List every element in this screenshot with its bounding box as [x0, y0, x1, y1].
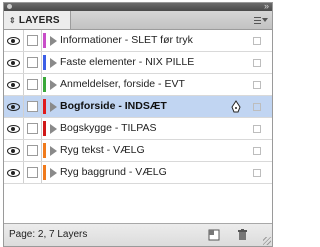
lock-toggle[interactable]: [24, 96, 42, 117]
tab-label: LAYERS: [18, 14, 60, 26]
layer-color-swatch: [43, 55, 46, 70]
layer-selection-box[interactable]: [253, 103, 261, 111]
layer-name: Ryg tekst - VÆLG: [60, 144, 145, 156]
eye-icon: [7, 168, 20, 177]
eye-icon: [7, 102, 20, 111]
layer-selection-box[interactable]: [253, 147, 261, 155]
visibility-toggle[interactable]: [4, 96, 24, 117]
layer-name: Informationer - SLET før tryk: [60, 34, 193, 46]
layer-selection-box[interactable]: [253, 169, 261, 177]
panel-tabbar: ⇕ LAYERS: [4, 11, 272, 30]
expand-triangle-icon[interactable]: [50, 80, 57, 90]
layer-row[interactable]: Bogforside - INDSÆT: [4, 96, 272, 118]
eye-icon: [7, 146, 20, 155]
layer-row[interactable]: Ryg baggrund - VÆLG: [4, 162, 272, 184]
layer-row[interactable]: Anmeldelser, forside - EVT: [4, 74, 272, 96]
visibility-toggle[interactable]: [4, 140, 24, 161]
layer-name: Ryg baggrund - VÆLG: [60, 166, 167, 178]
lock-checkbox: [27, 101, 38, 112]
new-layer-icon[interactable]: [207, 228, 221, 241]
layer-name: Bogforside - INDSÆT: [60, 100, 167, 112]
visibility-toggle[interactable]: [4, 30, 24, 51]
double-chevron-icon[interactable]: »: [264, 3, 269, 11]
layer-color-swatch: [43, 165, 46, 180]
expand-triangle-icon[interactable]: [50, 58, 57, 68]
lock-checkbox: [27, 35, 38, 46]
lock-checkbox: [27, 123, 38, 134]
visibility-toggle[interactable]: [4, 162, 24, 183]
panel-footer: Page: 2, 7 Layers: [4, 223, 272, 246]
panel-menu-icon[interactable]: [253, 14, 269, 26]
chevron-updown-icon: ⇕: [9, 15, 16, 25]
layer-name: Faste elementer - NIX PILLE: [60, 56, 195, 68]
layer-name: Anmeldelser, forside - EVT: [60, 78, 185, 90]
layers-panel: » ⇕ LAYERS Informationer - SLET før tryk…: [3, 2, 273, 247]
layer-selection-box[interactable]: [253, 37, 261, 45]
panel-titlebar: »: [4, 3, 272, 11]
lock-checkbox: [27, 79, 38, 90]
eye-icon: [7, 80, 20, 89]
trash-icon[interactable]: [235, 228, 249, 241]
expand-triangle-icon[interactable]: [50, 102, 57, 112]
layer-row[interactable]: Ryg tekst - VÆLG: [4, 140, 272, 162]
layer-color-swatch: [43, 121, 46, 136]
layer-color-swatch: [43, 143, 46, 158]
eye-icon: [7, 124, 20, 133]
lock-checkbox: [27, 167, 38, 178]
lock-toggle[interactable]: [24, 74, 42, 95]
layer-row[interactable]: Faste elementer - NIX PILLE: [4, 52, 272, 74]
lock-toggle[interactable]: [24, 118, 42, 139]
resize-handle[interactable]: [263, 237, 271, 245]
expand-triangle-icon[interactable]: [50, 36, 57, 46]
expand-triangle-icon[interactable]: [50, 168, 57, 178]
close-button[interactable]: [7, 4, 12, 9]
lock-toggle[interactable]: [24, 30, 42, 51]
expand-triangle-icon[interactable]: [50, 146, 57, 156]
layer-name: Bogskygge - TILPAS: [60, 122, 157, 134]
visibility-toggle[interactable]: [4, 52, 24, 73]
tab-layers[interactable]: ⇕ LAYERS: [4, 11, 71, 29]
layer-row[interactable]: Bogskygge - TILPAS: [4, 118, 272, 140]
pen-icon: [231, 100, 241, 113]
visibility-toggle[interactable]: [4, 74, 24, 95]
expand-triangle-icon[interactable]: [50, 124, 57, 134]
layer-selection-box[interactable]: [253, 81, 261, 89]
lock-checkbox: [27, 145, 38, 156]
visibility-toggle[interactable]: [4, 118, 24, 139]
lock-checkbox: [27, 57, 38, 68]
layer-color-swatch: [43, 99, 46, 114]
layer-selection-box[interactable]: [253, 59, 261, 67]
layer-row[interactable]: Informationer - SLET før tryk: [4, 30, 272, 52]
layer-list: Informationer - SLET før tryk Faste eleme…: [4, 30, 272, 226]
lock-toggle[interactable]: [24, 52, 42, 73]
eye-icon: [7, 58, 20, 67]
lock-toggle[interactable]: [24, 140, 42, 161]
layer-selection-box[interactable]: [253, 125, 261, 133]
lock-toggle[interactable]: [24, 162, 42, 183]
layer-color-swatch: [43, 33, 46, 48]
eye-icon: [7, 36, 20, 45]
layer-color-swatch: [43, 77, 46, 92]
status-text: Page: 2, 7 Layers: [9, 229, 88, 240]
